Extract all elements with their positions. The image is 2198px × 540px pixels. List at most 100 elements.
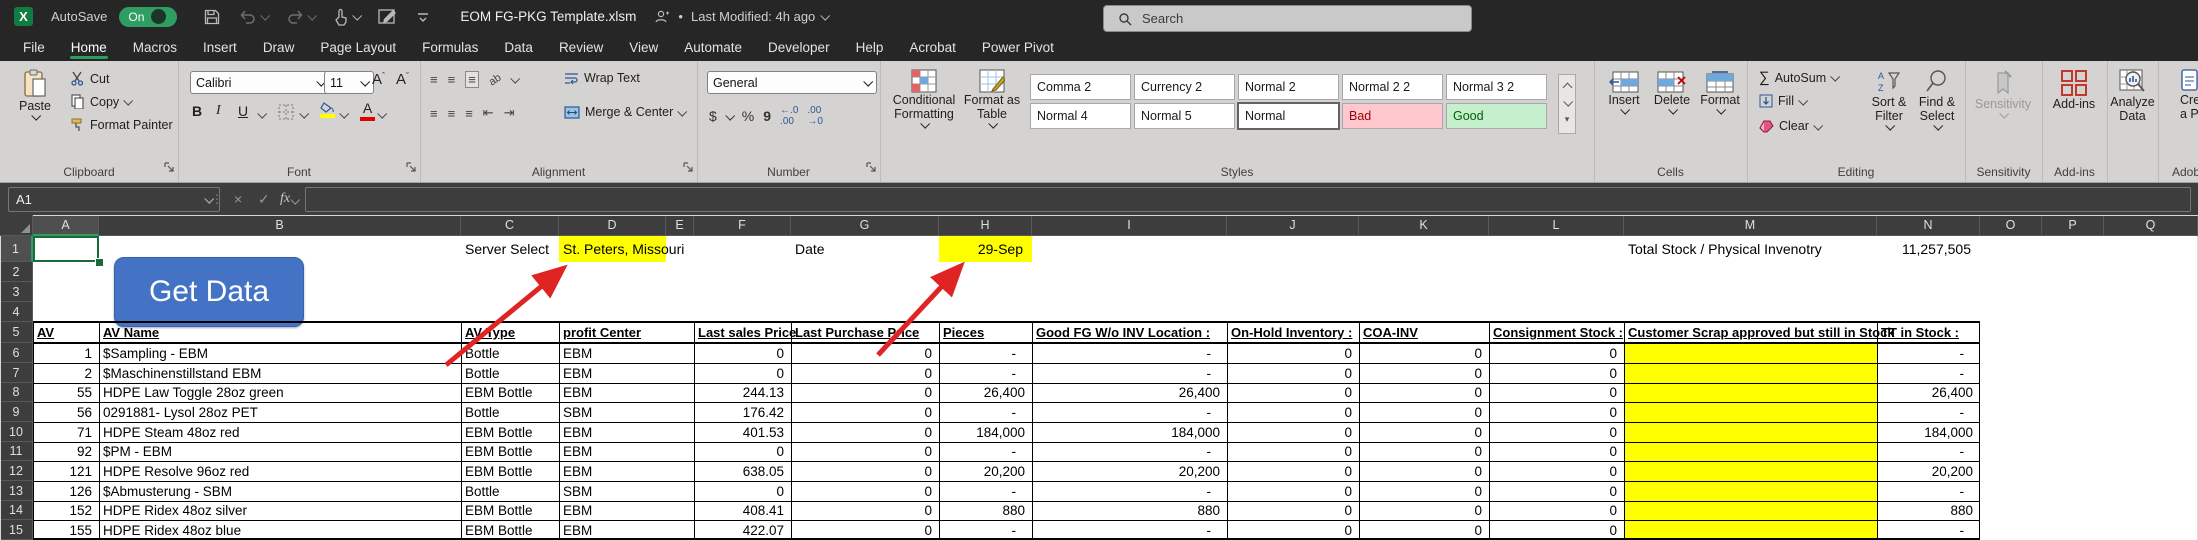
fill-button[interactable]: Fill: [1759, 94, 1806, 108]
enter-icon[interactable]: ✓: [258, 191, 270, 208]
col-header-F[interactable]: F: [694, 215, 791, 236]
cell-F13[interactable]: 0: [694, 481, 791, 501]
italic-button[interactable]: I: [216, 103, 221, 119]
cell-K8[interactable]: 0: [1359, 383, 1489, 402]
cell-G11[interactable]: 0: [791, 442, 939, 461]
col-header-N[interactable]: N: [1877, 215, 1980, 236]
cell-N7[interactable]: -: [1877, 363, 1980, 383]
cell-G9[interactable]: 0: [791, 402, 939, 422]
table-header-consignment[interactable]: Consignment Stock :: [1489, 322, 1624, 343]
cell-K12[interactable]: 0: [1359, 461, 1489, 481]
table-header-on-hold[interactable]: On-Hold Inventory :: [1227, 322, 1359, 343]
col-header-A[interactable]: A: [33, 215, 99, 236]
cell-H6[interactable]: -: [939, 343, 1032, 363]
cell-G15[interactable]: 0: [791, 520, 939, 540]
cell-style-normal[interactable]: Normal: [1238, 103, 1339, 129]
tab-developer[interactable]: Developer: [755, 33, 843, 61]
cell-F14[interactable]: 408.41: [694, 501, 791, 520]
cell-N9[interactable]: -: [1877, 402, 1980, 422]
table-header-pieces[interactable]: Pieces: [939, 322, 1032, 343]
cell-J8[interactable]: 0: [1227, 383, 1359, 402]
col-header-P[interactable]: P: [2042, 215, 2104, 236]
cell-G1[interactable]: Date: [791, 236, 939, 262]
cell-B14[interactable]: HDPE Ridex 48oz silver: [99, 501, 461, 520]
copy-dropdown-icon[interactable]: [123, 96, 133, 106]
cell-L14[interactable]: 0: [1489, 501, 1624, 520]
cell-J12[interactable]: 0: [1227, 461, 1359, 481]
col-header-K[interactable]: K: [1359, 215, 1489, 236]
borders-dropdown-icon[interactable]: [299, 109, 309, 119]
cell-A8[interactable]: 55: [33, 383, 99, 402]
row-header-5[interactable]: 5: [0, 322, 33, 343]
cell-N1[interactable]: 11,257,505: [1877, 236, 1980, 262]
cell-H8[interactable]: 26,400: [939, 383, 1032, 402]
cell-B15[interactable]: HDPE Ridex 48oz blue: [99, 520, 461, 540]
cell-B13[interactable]: $Abmusterung - SBM: [99, 481, 461, 501]
row-header-14[interactable]: 14: [0, 501, 33, 520]
cell-D15[interactable]: EBM: [559, 520, 666, 540]
tab-review[interactable]: Review: [546, 33, 616, 61]
table-header-scrap[interactable]: Customer Scrap approved but still in Sto…: [1624, 322, 1877, 343]
cell-K10[interactable]: 0: [1359, 422, 1489, 442]
cell-M10[interactable]: [1624, 422, 1877, 442]
save-icon[interactable]: [203, 8, 221, 26]
col-header-H[interactable]: H: [939, 215, 1032, 236]
number-format-select[interactable]: General: [707, 71, 877, 94]
col-header-L[interactable]: L: [1489, 215, 1624, 236]
cell-A6[interactable]: 1: [33, 343, 99, 363]
table-header-type[interactable]: AV Type: [461, 322, 559, 343]
cell-K15[interactable]: 0: [1359, 520, 1489, 540]
cell-D6[interactable]: EBM: [559, 343, 666, 363]
cell-L9[interactable]: 0: [1489, 402, 1624, 422]
decrease-decimal-icon[interactable]: .00→0: [807, 105, 823, 127]
clear-button[interactable]: Clear: [1759, 119, 1821, 133]
copy-button[interactable]: Copy: [70, 94, 131, 109]
cell-C13[interactable]: Bottle: [461, 481, 559, 501]
cell-I12[interactable]: 20,200: [1032, 461, 1227, 481]
cell-style-normal-5[interactable]: Normal 5: [1134, 103, 1235, 129]
cell-L11[interactable]: 0: [1489, 442, 1624, 461]
row-header-2[interactable]: 2: [0, 262, 33, 282]
merge-center-dropdown-icon[interactable]: [677, 106, 687, 116]
autosum-button[interactable]: ∑AutoSum: [1759, 69, 1838, 86]
cell-K6[interactable]: 0: [1359, 343, 1489, 363]
find-select-button[interactable]: Find & Select: [1913, 69, 1961, 130]
cell-H13[interactable]: -: [939, 481, 1032, 501]
cell-C12[interactable]: EBM Bottle: [461, 461, 559, 481]
cell-A15[interactable]: 155: [33, 520, 99, 540]
cell-B10[interactable]: HDPE Steam 48oz red: [99, 422, 461, 442]
cell-L13[interactable]: 0: [1489, 481, 1624, 501]
align-left-icon[interactable]: ≡: [430, 106, 438, 121]
align-top-icon[interactable]: ≡: [430, 72, 438, 87]
cell-L15[interactable]: 0: [1489, 520, 1624, 540]
cell-D14[interactable]: EBM: [559, 501, 666, 520]
search-input[interactable]: Search: [1103, 5, 1472, 32]
cell-M11[interactable]: [1624, 442, 1877, 461]
tab-formulas[interactable]: Formulas: [409, 33, 491, 61]
accounting-format-icon[interactable]: $: [709, 108, 717, 124]
last-modified-dropdown-icon[interactable]: [821, 11, 831, 21]
row-header-10[interactable]: 10: [0, 422, 33, 442]
cell-B11[interactable]: $PM - EBM: [99, 442, 461, 461]
cell-A10[interactable]: 71: [33, 422, 99, 442]
alignment-dialog-launcher-icon[interactable]: [683, 160, 694, 178]
cell-I13[interactable]: -: [1032, 481, 1227, 501]
align-right-icon[interactable]: ≡: [465, 106, 473, 121]
tab-draw[interactable]: Draw: [250, 33, 308, 61]
format-cells-button[interactable]: Format: [1698, 71, 1742, 114]
decrease-font-icon[interactable]: Aˇ: [396, 71, 409, 88]
cell-A9[interactable]: 56: [33, 402, 99, 422]
cell-D10[interactable]: EBM: [559, 422, 666, 442]
font-color-icon[interactable]: A: [360, 100, 375, 121]
cell-L8[interactable]: 0: [1489, 383, 1624, 402]
redo-dropdown-icon[interactable]: [308, 11, 318, 21]
tab-acrobat[interactable]: Acrobat: [896, 33, 969, 61]
cell-G12[interactable]: 0: [791, 461, 939, 481]
addins-button[interactable]: Add-ins: [2048, 69, 2100, 111]
table-header-coa[interactable]: COA-INV: [1359, 322, 1489, 343]
cell-I6[interactable]: -: [1032, 343, 1227, 363]
wrap-text-button[interactable]: Wrap Text: [564, 71, 640, 85]
merge-center-button[interactable]: Merge & Center: [564, 105, 685, 119]
cell-D12[interactable]: EBM: [559, 461, 666, 481]
cell-F11[interactable]: 0: [694, 442, 791, 461]
